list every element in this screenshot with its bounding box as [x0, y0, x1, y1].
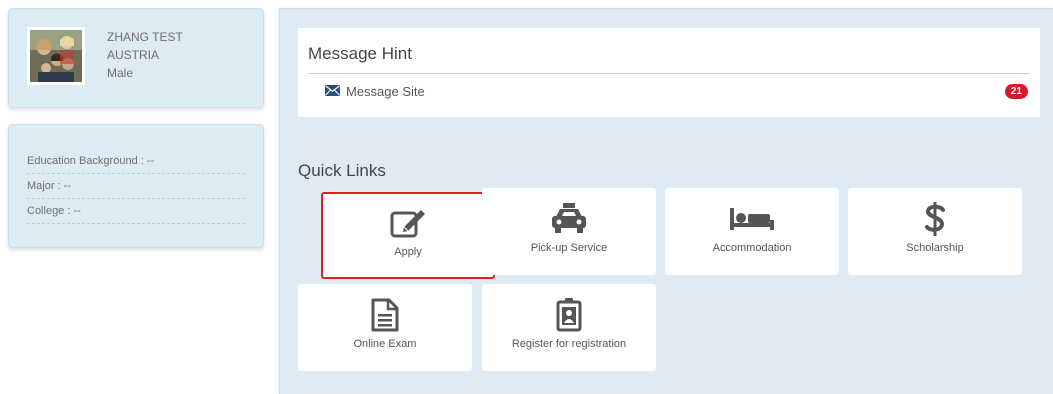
- envelope-icon: [325, 84, 340, 99]
- profile-gender: Male: [107, 66, 134, 80]
- left-sidebar: ZHANG TEST AUSTRIA Male Education Backgr…: [8, 8, 264, 248]
- quick-link-label: Scholarship: [906, 242, 964, 254]
- education-major: Major : --: [27, 174, 245, 199]
- message-divider: [308, 73, 1030, 74]
- quick-link-accommodation[interactable]: Accommodation: [665, 188, 839, 275]
- education-background: Education Background : --: [27, 149, 245, 174]
- quick-link-apply[interactable]: Apply: [321, 192, 495, 279]
- quick-link-label: Pick-up Service: [530, 242, 608, 254]
- quick-link-label: Accommodation: [712, 242, 792, 254]
- profile-info: ZHANG TEST AUSTRIA Male: [107, 28, 183, 82]
- quick-link-online-exam[interactable]: Online Exam: [298, 284, 472, 371]
- document-icon: [298, 297, 472, 333]
- message-hint-box: Message Hint Message Site 21: [298, 28, 1040, 117]
- edit-icon: [323, 205, 493, 241]
- message-count-badge: 21: [1004, 84, 1028, 99]
- id-badge-icon: [482, 297, 656, 333]
- quick-link-register-for-registration[interactable]: Register for registration: [482, 284, 656, 371]
- quick-link-pickup-service[interactable]: Pick-up Service: [482, 188, 656, 275]
- dollar-icon: [848, 201, 1022, 237]
- profile-name: ZHANG TEST: [107, 30, 183, 44]
- education-college: College : --: [27, 199, 245, 224]
- message-site-link[interactable]: Message Site: [325, 84, 425, 99]
- profile-country: AUSTRIA: [107, 48, 160, 62]
- education-card: Education Background : -- Major : -- Col…: [8, 124, 264, 248]
- message-site-label: Message Site: [346, 84, 425, 99]
- quick-link-scholarship[interactable]: Scholarship: [848, 188, 1022, 275]
- bed-icon: [665, 201, 839, 237]
- quick-link-label: Register for registration: [511, 338, 627, 350]
- profile-card: ZHANG TEST AUSTRIA Male: [8, 8, 264, 108]
- quick-link-label: Online Exam: [353, 338, 417, 350]
- avatar[interactable]: [27, 27, 85, 85]
- taxi-icon: [482, 201, 656, 237]
- quick-links-title: Quick Links: [298, 161, 386, 180]
- quick-link-label: Apply: [394, 246, 422, 258]
- main-panel: Message Hint Message Site 21 Quick Links…: [279, 8, 1053, 394]
- message-hint-title: Message Hint: [308, 44, 412, 63]
